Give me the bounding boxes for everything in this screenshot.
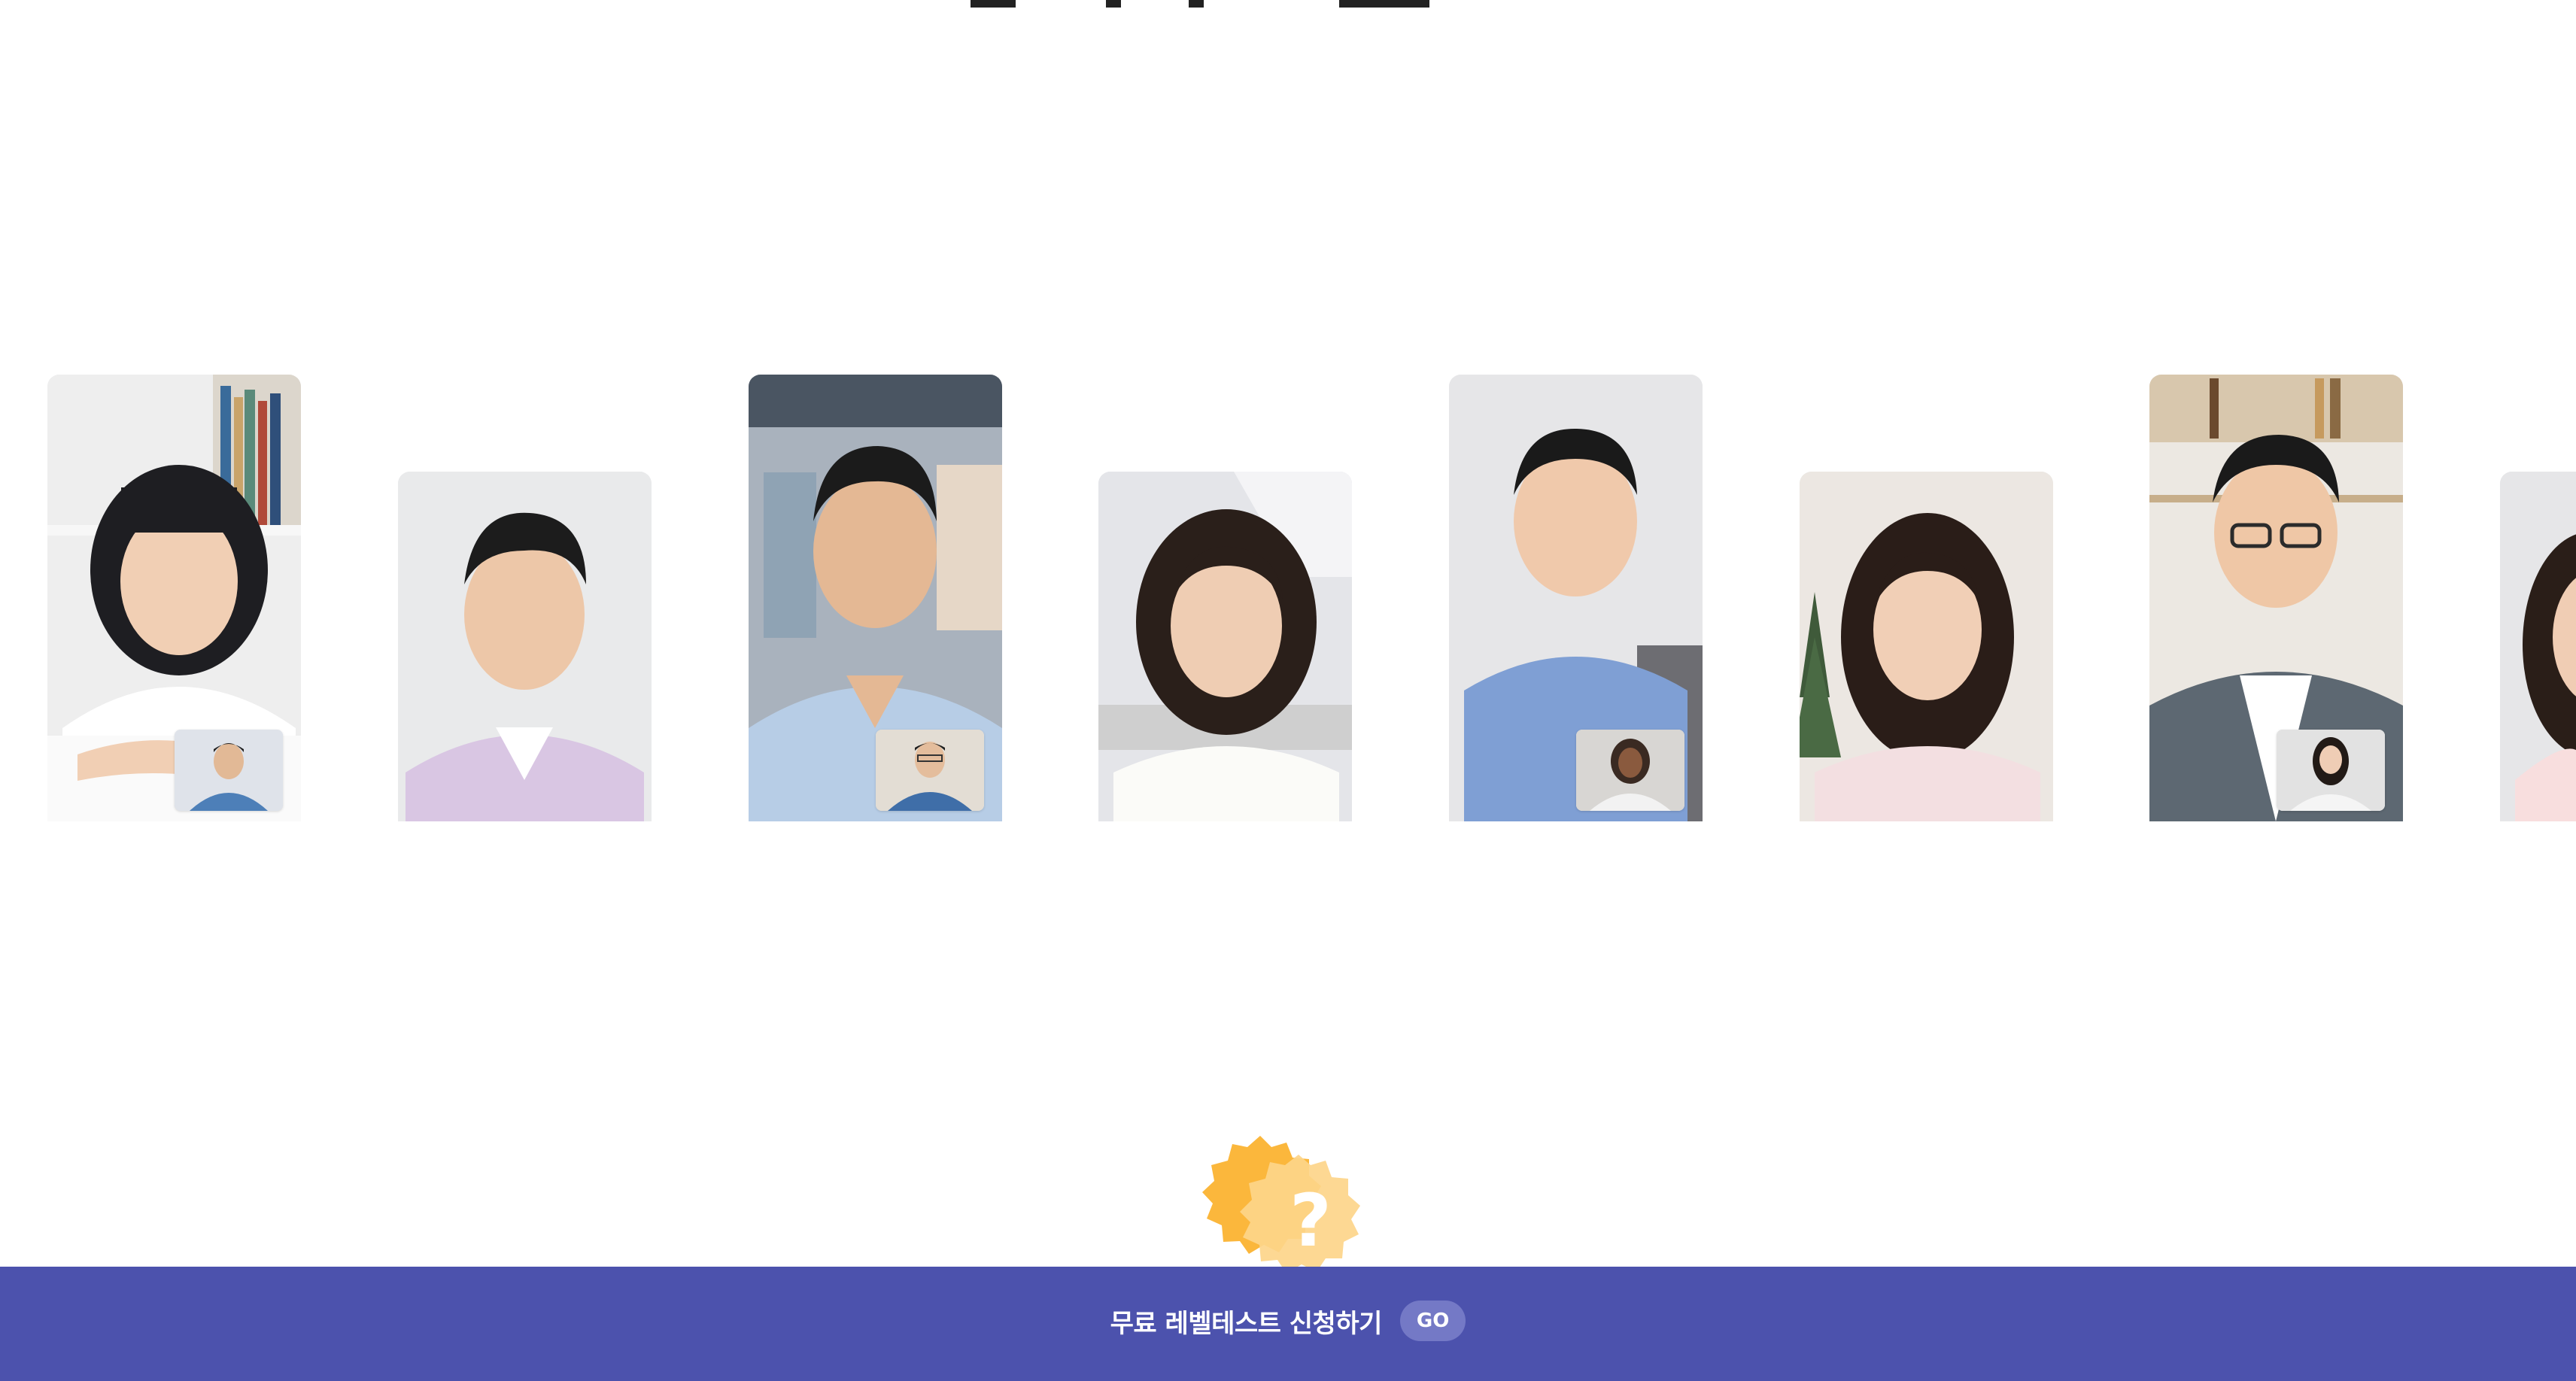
profile-card[interactable] — [1098, 472, 1352, 821]
person-photo — [398, 472, 652, 821]
question-mark-icon: ? — [1290, 1179, 1332, 1263]
video-call-thumbnail — [1576, 730, 1684, 811]
person-photo — [1800, 472, 2053, 821]
cta-label[interactable]: 무료 레벨테스트 신청하기 — [1110, 1303, 1383, 1340]
go-button[interactable]: GO — [1399, 1301, 1466, 1341]
video-call-thumbnail — [175, 730, 283, 811]
person-photo — [2500, 472, 2576, 821]
profile-card[interactable] — [398, 472, 652, 821]
profile-card[interactable] — [47, 375, 301, 821]
person-photo — [1098, 472, 1352, 821]
cta-banner[interactable]: 무료 레벨테스트 신청하기 GO — [0, 1267, 2576, 1381]
profile-card[interactable] — [1800, 472, 2053, 821]
video-call-thumbnail — [876, 730, 984, 811]
question-badge: ? — [1196, 1132, 1392, 1273]
profile-card[interactable] — [1449, 375, 1703, 821]
video-call-thumbnail — [2277, 730, 2385, 811]
profile-card[interactable] — [749, 375, 1002, 821]
profile-card[interactable] — [2149, 375, 2403, 821]
profile-card[interactable] — [2500, 472, 2576, 821]
